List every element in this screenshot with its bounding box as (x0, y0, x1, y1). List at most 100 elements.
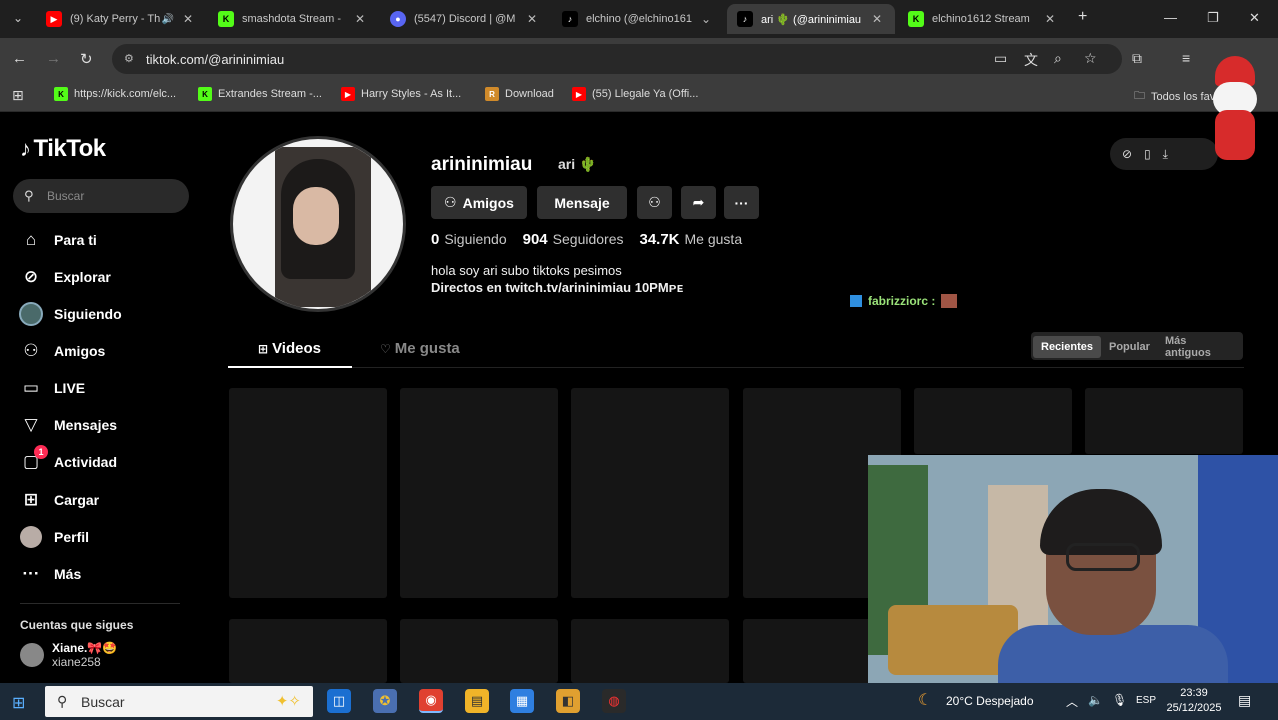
close-tab-icon[interactable]: ⌄ (698, 12, 714, 26)
sort-popular[interactable]: Popular (1101, 336, 1158, 358)
microphone-icon[interactable]: 🎙 (1112, 693, 1127, 707)
following-stat[interactable]: 0 Siguiendo (431, 231, 507, 248)
tab-liked[interactable]: ♡ Me gusta (380, 340, 460, 357)
apps-grid-icon[interactable]: ⊞ (12, 87, 24, 104)
sort-oldest[interactable]: Más antiguos (1157, 335, 1243, 359)
bookmark-item[interactable]: K https://kick.com/elc... (54, 87, 176, 101)
new-tab-button[interactable]: + (1078, 8, 1087, 26)
url-text: tiktok.com/@arininimiau (146, 51, 285, 67)
taskbar-clock[interactable]: 23:39 25/12/2025 (1164, 686, 1224, 716)
webcam-overlay (868, 455, 1278, 683)
bookmark-star-icon[interactable]: ☆ (1084, 50, 1097, 67)
following-account[interactable]: Xiane.🎀🤩 xiane258 (20, 641, 117, 669)
bookmark-item[interactable]: ▶ Harry Styles - As It... (341, 87, 461, 101)
media-control-icon[interactable]: ≡ (1182, 50, 1190, 66)
upload-icon: ⊞ (23, 490, 39, 509)
search-input[interactable]: ⚲ Buscar (13, 179, 189, 213)
video-placeholder[interactable] (914, 388, 1072, 454)
close-tab-icon[interactable]: ✕ (524, 12, 540, 26)
browser-tab[interactable]: K elchino1612 Stream ✕ (898, 4, 1068, 34)
volume-icon[interactable]: 🔈 (1088, 693, 1103, 707)
language-indicator[interactable]: ESP (1136, 695, 1156, 706)
tab-videos[interactable]: ⊞ Videos (258, 340, 321, 357)
app-icon[interactable]: ◧ (556, 689, 580, 713)
compass-icon[interactable]: ⊘ (1122, 147, 1132, 161)
youtube-icon: ▶ (46, 11, 62, 27)
nav-profile[interactable]: Perfil (18, 524, 89, 550)
nav-friends[interactable]: ⚇ Amigos (18, 338, 105, 364)
close-tab-icon[interactable]: ✕ (1042, 12, 1058, 26)
bookmark-item[interactable]: ▶ (55) Llegale Ya (Offi... (572, 87, 698, 101)
medal-icon[interactable]: ✪ (373, 689, 397, 713)
sort-recent[interactable]: Recientes (1033, 336, 1101, 358)
browser-tab[interactable]: ♪ elchino (@elchino161 ⌄ (552, 4, 724, 34)
close-tab-icon[interactable]: ✕ (352, 12, 368, 26)
chrome-icon[interactable]: ◉ (419, 689, 443, 713)
profile-avatar[interactable] (230, 136, 406, 312)
message-button[interactable]: Mensaje (537, 186, 627, 219)
add-friend-button[interactable]: ⚇ (637, 186, 672, 219)
nav-upload[interactable]: ⊞ Cargar (18, 487, 99, 513)
more-options-button[interactable]: ··· (724, 186, 759, 219)
nav-explore[interactable]: ⊘ Explorar (18, 264, 111, 290)
cast-icon[interactable]: ▭ (994, 50, 1007, 67)
restore-icon[interactable]: ❐ (1207, 10, 1219, 26)
download-icon[interactable]: ⤓ (1163, 147, 1168, 162)
reload-icon[interactable]: ↻ (80, 50, 93, 68)
close-tab-icon[interactable]: ✕ (869, 12, 885, 26)
video-placeholder[interactable] (400, 619, 558, 683)
nav-following[interactable]: Siguiendo (18, 301, 122, 327)
taskbar-search[interactable]: ⚲ Buscar ✦✧ (45, 686, 313, 717)
translate-icon[interactable]: 文 (1024, 50, 1038, 70)
browser-tab[interactable]: K smashdota Stream - ✕ (208, 4, 378, 34)
notifications-icon[interactable]: ▤ (1238, 692, 1251, 709)
nav-more[interactable]: ··· Más (18, 561, 82, 587)
video-placeholder[interactable] (229, 619, 387, 683)
forward-icon[interactable]: → (46, 50, 61, 67)
bio-link-line[interactable]: Directos en twitch.tv/arininimiau 10PMᴘᴇ (431, 279, 683, 296)
device-icon[interactable]: ▯ (1144, 147, 1151, 161)
video-placeholder[interactable] (229, 388, 387, 598)
extensions-icon[interactable]: ⧉ (1132, 50, 1142, 67)
tab-search-chevron-icon[interactable]: ⌄ (8, 8, 28, 28)
profile-username: arininimiau (431, 154, 533, 175)
tray-chevron-icon[interactable]: ︿ (1066, 693, 1078, 710)
video-placeholder[interactable] (571, 619, 729, 683)
nav-activity[interactable]: ▢ 1 Actividad (18, 445, 117, 475)
video-placeholder[interactable] (571, 388, 729, 598)
discord-icon: ● (390, 11, 406, 27)
followers-stat[interactable]: 904 Seguidores (523, 231, 624, 248)
video-placeholder[interactable] (400, 388, 558, 598)
zoom-icon[interactable]: ⌕ (1054, 50, 1062, 67)
close-tab-icon[interactable]: ✕ (180, 12, 196, 26)
tab-title: (9) Katy Perry - Th (70, 13, 161, 25)
followers-label: Seguidores (552, 231, 624, 247)
friends-button[interactable]: ⚇ Amigos (431, 186, 527, 219)
file-explorer-icon[interactable]: ▤ (465, 689, 489, 713)
weather-moon-icon[interactable]: ☾ (918, 690, 932, 710)
back-icon[interactable]: ← (12, 50, 27, 67)
likes-count: 34.7K (639, 231, 680, 248)
speaker-icon[interactable]: 🔊 (162, 14, 174, 25)
outlook-icon[interactable]: ◫ (327, 689, 351, 713)
nav-messages[interactable]: ▽ Mensajes (18, 412, 117, 438)
bookmark-item[interactable]: K Extrandes Stream -... (198, 87, 322, 101)
site-settings-icon[interactable]: ⚙ (124, 52, 134, 65)
nav-for-you[interactable]: ⌂ Para ti (18, 227, 97, 253)
weather-text[interactable]: 20°C Despejado (946, 694, 1034, 708)
minimize-icon[interactable]: — (1164, 10, 1177, 25)
video-placeholder[interactable] (1085, 388, 1243, 454)
store-icon[interactable]: ▦ (510, 689, 534, 713)
windows-start-icon[interactable]: ⊞ (12, 693, 25, 713)
share-button[interactable]: ➦ (681, 186, 716, 219)
address-bar[interactable]: ⚙ tiktok.com/@arininimiau (112, 44, 1122, 74)
nav-live[interactable]: ▭ LIVE (18, 375, 85, 401)
bookmark-item[interactable]: R Download (485, 87, 554, 101)
active-tab-indicator (228, 366, 352, 368)
browser-tab-active[interactable]: ♪ ari 🌵 (@arininimiau ✕ (727, 4, 895, 34)
tiktok-logo[interactable]: ♪ TikTok (20, 135, 106, 163)
obs-icon[interactable]: ◍ (602, 689, 626, 713)
browser-tab[interactable]: ▶ (9) Katy Perry - Th 🔊 ✕ (36, 4, 206, 34)
close-window-icon[interactable]: ✕ (1249, 10, 1260, 26)
browser-tab[interactable]: ● (5547) Discord | @M ✕ (380, 4, 550, 34)
